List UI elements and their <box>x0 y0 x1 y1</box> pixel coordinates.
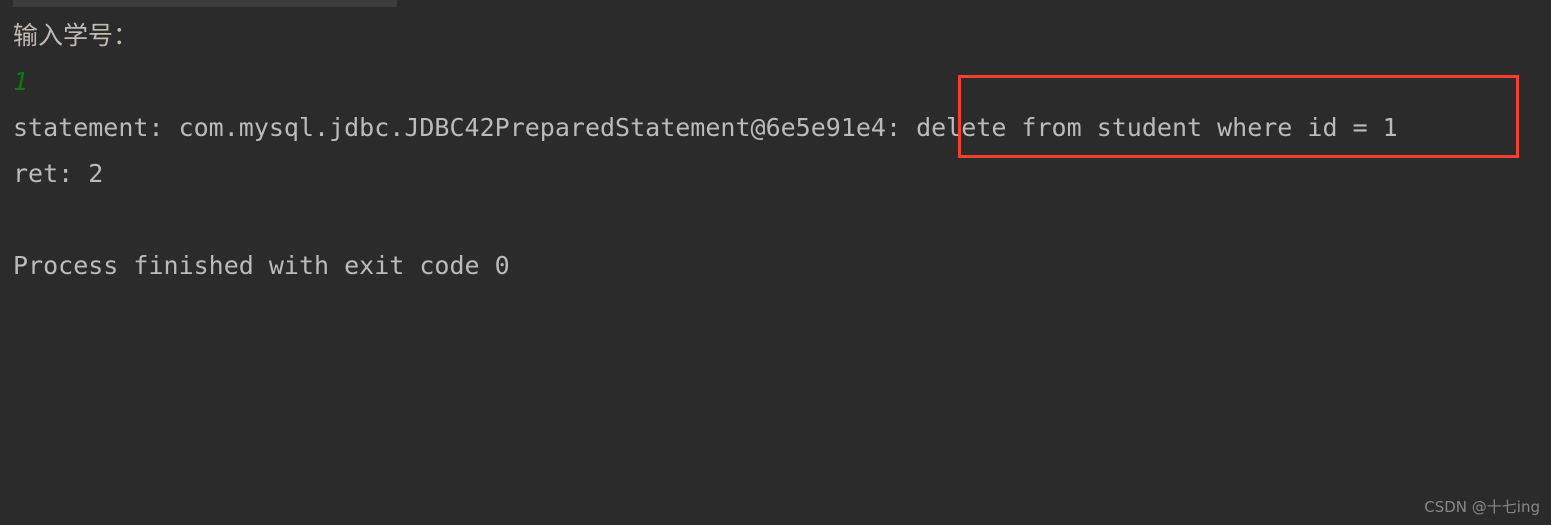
console-line-statement: statement: com.mysql.jdbc.JDBC42Prepared… <box>13 113 1398 142</box>
horizontal-scrollbar-thumb[interactable] <box>13 0 397 7</box>
console-line-user-input: 1 <box>13 67 29 96</box>
horizontal-scrollbar-track[interactable] <box>0 0 1551 9</box>
csdn-watermark: CSDN @十七ing <box>1424 498 1540 516</box>
console-output-area[interactable]: 输入学号： 1 statement: com.mysql.jdbc.JDBC42… <box>0 9 1551 525</box>
console-line-return-value: ret: 2 <box>13 159 104 188</box>
run-console-window: 输入学号： 1 statement: com.mysql.jdbc.JDBC42… <box>0 0 1551 525</box>
console-line-prompt: 输入学号： <box>13 21 139 50</box>
console-line-process-finished: Process finished with exit code 0 <box>13 251 510 280</box>
